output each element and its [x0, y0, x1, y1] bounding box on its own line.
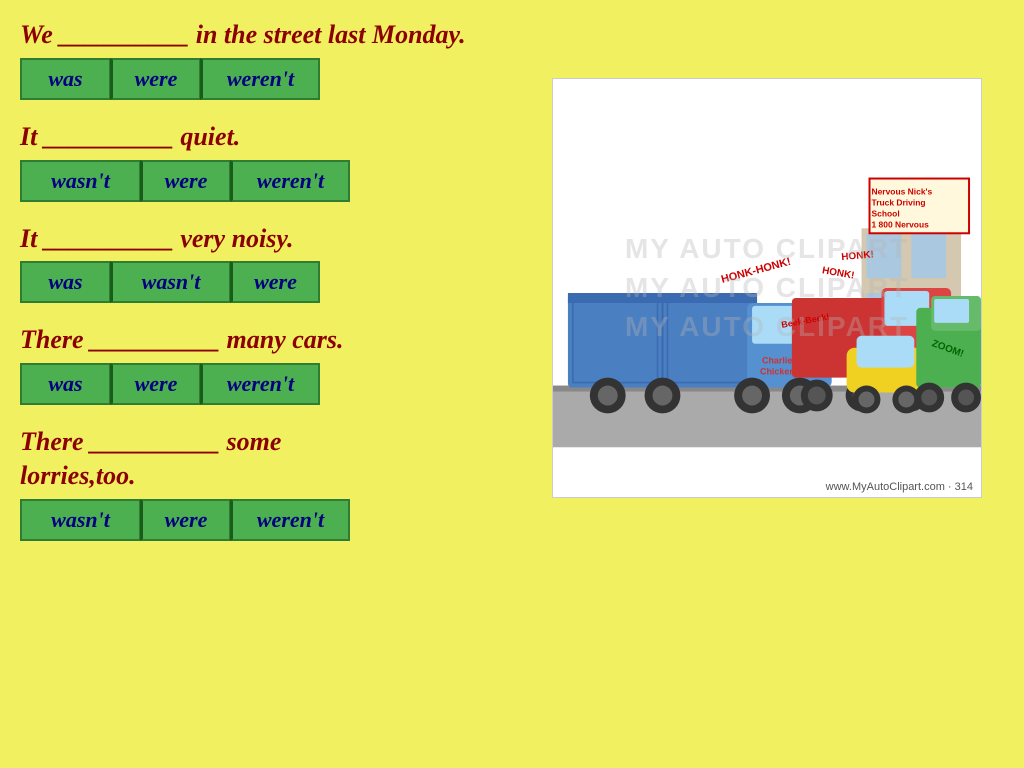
question-text-4: There __________ many cars.: [20, 323, 530, 357]
options-row-3: was wasn't were: [20, 261, 530, 303]
question-text-2: It __________ quiet.: [20, 120, 530, 154]
options-row-2: wasn't were weren't: [20, 160, 530, 202]
options-row-5: wasn't were weren't: [20, 499, 530, 541]
question-block-2: It __________ quiet. wasn't were weren't: [20, 120, 530, 214]
option-q4-werent[interactable]: weren't: [200, 363, 320, 405]
svg-text:1 800 Nervous: 1 800 Nervous: [872, 219, 930, 229]
right-panel: Nervous Nick's Truck Driving School 1 80…: [530, 18, 1004, 758]
question-text-5: There __________ somelorries,too.: [20, 425, 530, 493]
options-row-1: was were weren't: [20, 58, 530, 100]
clipart-caption: www.MyAutoClipart.com · 314: [826, 481, 973, 493]
question-block-3: It __________ very noisy. was wasn't wer…: [20, 222, 530, 316]
option-q5-werent[interactable]: weren't: [230, 499, 350, 541]
question-text-3: It __________ very noisy.: [20, 222, 530, 256]
option-q2-wasnt[interactable]: wasn't: [20, 160, 140, 202]
option-q4-were[interactable]: were: [110, 363, 200, 405]
svg-text:Nervous Nick's: Nervous Nick's: [872, 186, 933, 196]
option-q4-was[interactable]: was: [20, 363, 110, 405]
truck-scene-svg: Nervous Nick's Truck Driving School 1 80…: [553, 79, 981, 497]
question-block-1: We __________ in the street last Monday.…: [20, 18, 530, 112]
option-q5-were[interactable]: were: [140, 499, 230, 541]
option-q2-were[interactable]: were: [140, 160, 230, 202]
question-block-5: There __________ somelorries,too. wasn't…: [20, 425, 530, 553]
question-text-1: We __________ in the street last Monday.: [20, 18, 530, 52]
svg-text:Truck Driving: Truck Driving: [872, 197, 926, 207]
left-panel: We __________ in the street last Monday.…: [20, 18, 530, 758]
option-q3-wasnt[interactable]: wasn't: [110, 261, 230, 303]
option-q3-were[interactable]: were: [230, 261, 320, 303]
option-q2-werent[interactable]: weren't: [230, 160, 350, 202]
option-q1-were[interactable]: were: [110, 58, 200, 100]
svg-text:School: School: [872, 208, 900, 218]
option-q3-was[interactable]: was: [20, 261, 110, 303]
question-block-4: There __________ many cars. was were wer…: [20, 323, 530, 417]
option-q1-werent[interactable]: weren't: [200, 58, 320, 100]
option-q5-wasnt[interactable]: wasn't: [20, 499, 140, 541]
options-row-4: was were weren't: [20, 363, 530, 405]
clipart-image: Nervous Nick's Truck Driving School 1 80…: [552, 78, 982, 498]
option-q1-was[interactable]: was: [20, 58, 110, 100]
